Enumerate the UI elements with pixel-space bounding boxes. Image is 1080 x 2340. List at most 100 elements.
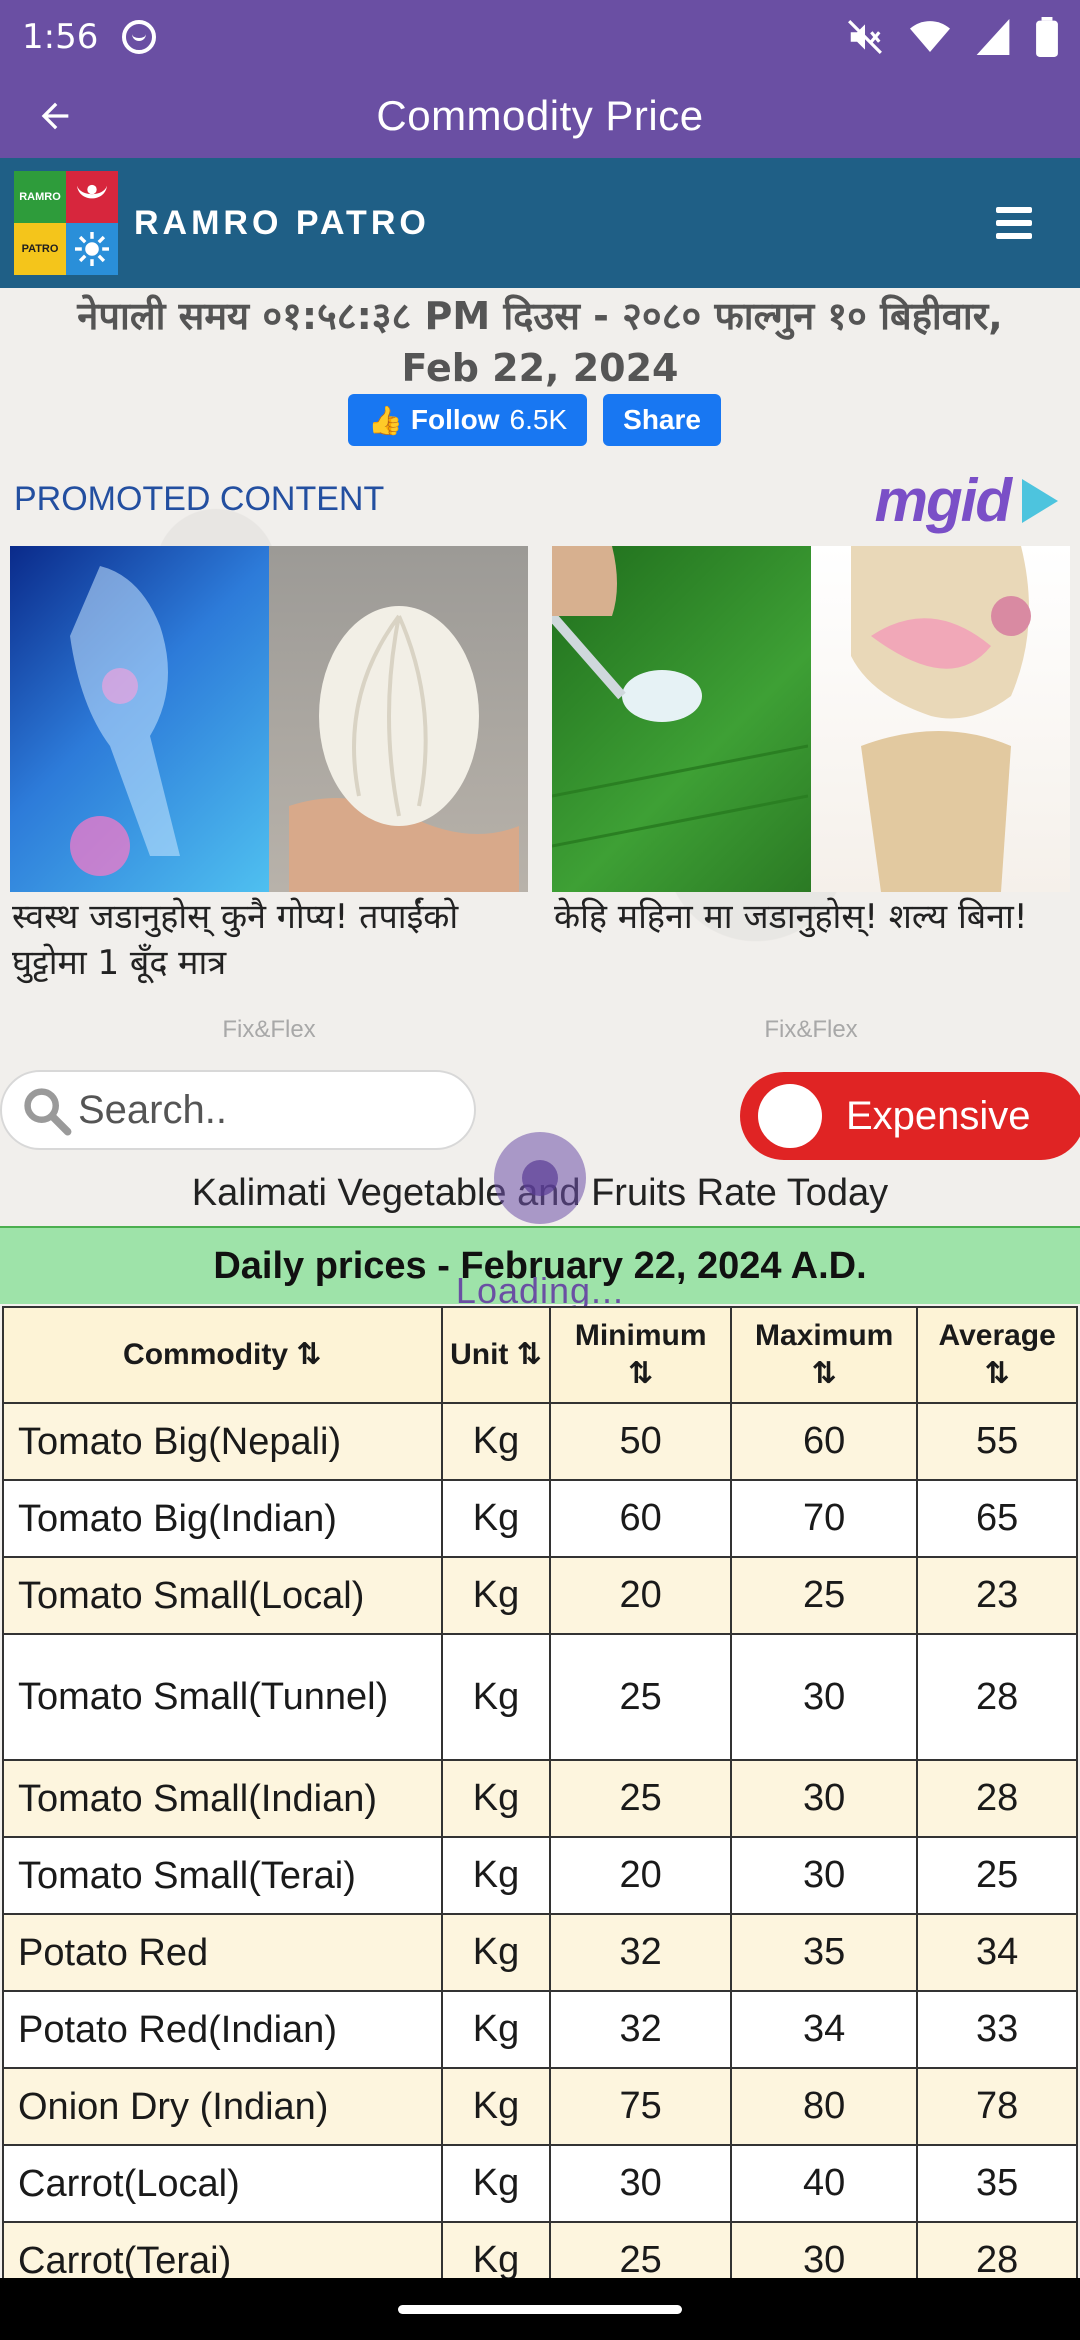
price-minimum: 60 [549, 1479, 732, 1558]
search-box[interactable] [0, 1070, 476, 1150]
table-row: Tomato Small(Tunnel) Kg 25 30 28 [2, 1633, 1078, 1761]
mgid-brand: mgid [874, 467, 1012, 534]
table-row: Tomato Big(Nepali) Kg 50 60 55 [2, 1402, 1078, 1481]
ad-card-2[interactable]: केहि महिना मा जडानुहोस्! शल्य बिना! [552, 546, 1070, 940]
system-navigation-bar [0, 2278, 1080, 2340]
logo-text-top: RAMRO [14, 171, 66, 223]
logo-sun-icon [66, 223, 118, 275]
promoted-content-label: PROMOTED CONTENT [14, 480, 385, 518]
commodity-unit: Kg [440, 1913, 552, 1992]
ad-image-2[interactable] [552, 546, 1070, 892]
site-name: RAMRO PATRO [134, 203, 430, 242]
commodity-unit: Kg [440, 1759, 552, 1838]
column-header-unit[interactable]: Unit ⇅ [440, 1306, 552, 1404]
loading-spinner-icon [494, 1132, 586, 1224]
ad-source-1: Fix&Flex [222, 1016, 316, 1043]
table-row: Tomato Small(Terai) Kg 20 30 25 [2, 1836, 1078, 1915]
price-average: 23 [916, 1556, 1078, 1635]
price-average: 28 [916, 1633, 1078, 1761]
price-minimum: 32 [549, 1990, 732, 2069]
social-buttons: 👍 Follow 6.5K Share [348, 394, 721, 446]
price-average: 33 [916, 1990, 1078, 2069]
ramro-patro-logo[interactable]: RAMRO PATRO [14, 171, 118, 275]
price-minimum: 75 [549, 2067, 732, 2146]
toggle-knob[interactable] [758, 1084, 822, 1148]
facebook-follow-button[interactable]: 👍 Follow 6.5K [348, 394, 588, 446]
mute-icon [848, 20, 882, 54]
home-gesture-handle[interactable] [398, 2304, 682, 2314]
ad-image-1[interactable] [10, 546, 528, 892]
table-row: Tomato Big(Indian) Kg 60 70 65 [2, 1479, 1078, 1558]
price-maximum: 60 [729, 1402, 919, 1481]
commodity-unit: Kg [440, 2144, 552, 2223]
follow-label: Follow [410, 404, 500, 435]
adchoices-play-icon [1022, 478, 1058, 523]
price-table: Commodity ⇅ Unit ⇅ Minimum ⇅ Maximum ⇅ Ave… [2, 1306, 1078, 2300]
table-header-row: Commodity ⇅ Unit ⇅ Minimum ⇅ Maximum ⇅ Ave… [2, 1306, 1078, 1404]
english-date: Feb 22, 2024 [401, 346, 679, 390]
price-maximum: 30 [729, 1836, 919, 1915]
table-row: Potato Red(Indian) Kg 32 34 33 [2, 1990, 1078, 2069]
price-minimum: 25 [549, 1759, 732, 1838]
table-row: Carrot(Local) Kg 30 40 35 [2, 2144, 1078, 2223]
price-maximum: 70 [729, 1479, 919, 1558]
thumbs-up-icon: 👍 [368, 404, 403, 436]
logo-text-bottom: PATRO [14, 223, 66, 275]
ad-source-2: Fix&Flex [764, 1016, 858, 1043]
price-average: 78 [916, 2067, 1078, 2146]
price-minimum: 25 [549, 1633, 732, 1761]
app-notification-icon [122, 20, 157, 54]
status-time: 1:56 [22, 17, 99, 57]
page-title: Commodity Price [376, 92, 704, 139]
commodity-name: Tomato Small(Indian) [2, 1759, 443, 1838]
ad-caption-2[interactable]: केहि महिना मा जडानुहोस्! शल्य बिना! [552, 894, 1070, 940]
table-row: Tomato Small(Indian) Kg 25 30 28 [2, 1759, 1078, 1838]
commodity-name: Potato Red [2, 1913, 443, 1992]
commodity-unit: Kg [440, 2067, 552, 2146]
mgid-logo[interactable]: mgid [875, 466, 1058, 535]
search-icon [24, 1088, 72, 1136]
price-average: 34 [916, 1913, 1078, 1992]
nepali-date-line: नेपाली समय ०१:५८:३८ PM दिउस - २०८० फाल्ग… [0, 290, 1080, 394]
price-maximum: 80 [729, 2067, 919, 2146]
back-button[interactable] [0, 74, 110, 158]
logo-emblem-icon [66, 171, 118, 223]
table-row: Tomato Small(Local) Kg 20 25 23 [2, 1556, 1078, 1635]
price-minimum: 20 [549, 1836, 732, 1915]
commodity-name: Onion Dry (Indian) [2, 2067, 443, 2146]
commodity-name: Tomato Small(Tunnel) [2, 1633, 443, 1761]
column-header-minimum[interactable]: Minimum ⇅ [549, 1306, 732, 1404]
ad-caption-1[interactable]: स्वस्थ जडानुहोस् कुनै गोप्य! तपाईंको घुट… [10, 894, 528, 986]
status-icons [846, 17, 1058, 57]
knee-pain-figure-icon [70, 566, 180, 876]
hamburger-menu-icon[interactable] [996, 207, 1032, 239]
app-bar: Commodity Price [0, 74, 1080, 158]
price-average: 25 [916, 1836, 1078, 1915]
price-minimum: 30 [549, 2144, 732, 2223]
search-input[interactable] [78, 1087, 458, 1133]
wifi-icon [910, 21, 950, 52]
commodity-name: Tomato Big(Indian) [2, 1479, 443, 1558]
follow-count: 6.5K [509, 404, 568, 435]
ad-card-1[interactable]: स्वस्थ जडानुहोस् कुनै गोप्य! तपाईंको घुट… [10, 546, 528, 986]
price-maximum: 40 [729, 2144, 919, 2223]
table-row: Onion Dry (Indian) Kg 75 80 78 [2, 2067, 1078, 2146]
price-average: 55 [916, 1402, 1078, 1481]
nepali-time-date: नेपाली समय ०१:५८:३८ PM दिउस - २०८० फाल्ग… [77, 294, 1003, 338]
expensive-toggle[interactable]: Expensive [740, 1072, 1080, 1160]
signal-icon [976, 19, 1010, 55]
column-header-commodity[interactable]: Commodity ⇅ [2, 1306, 443, 1404]
column-header-average[interactable]: Average ⇅ [916, 1306, 1078, 1404]
arrow-back-icon [41, 102, 69, 130]
price-average: 65 [916, 1479, 1078, 1558]
facebook-share-button[interactable]: Share [603, 394, 721, 446]
status-bar: 1:56 [0, 0, 1080, 74]
knee-joint-icon [851, 546, 1031, 892]
commodity-unit: Kg [440, 1633, 552, 1761]
commodity-unit: Kg [440, 1402, 552, 1481]
price-maximum: 30 [729, 1759, 919, 1838]
commodity-unit: Kg [440, 1836, 552, 1915]
commodity-name: Tomato Big(Nepali) [2, 1402, 443, 1481]
price-maximum: 34 [729, 1990, 919, 2069]
column-header-maximum[interactable]: Maximum ⇅ [729, 1306, 919, 1404]
